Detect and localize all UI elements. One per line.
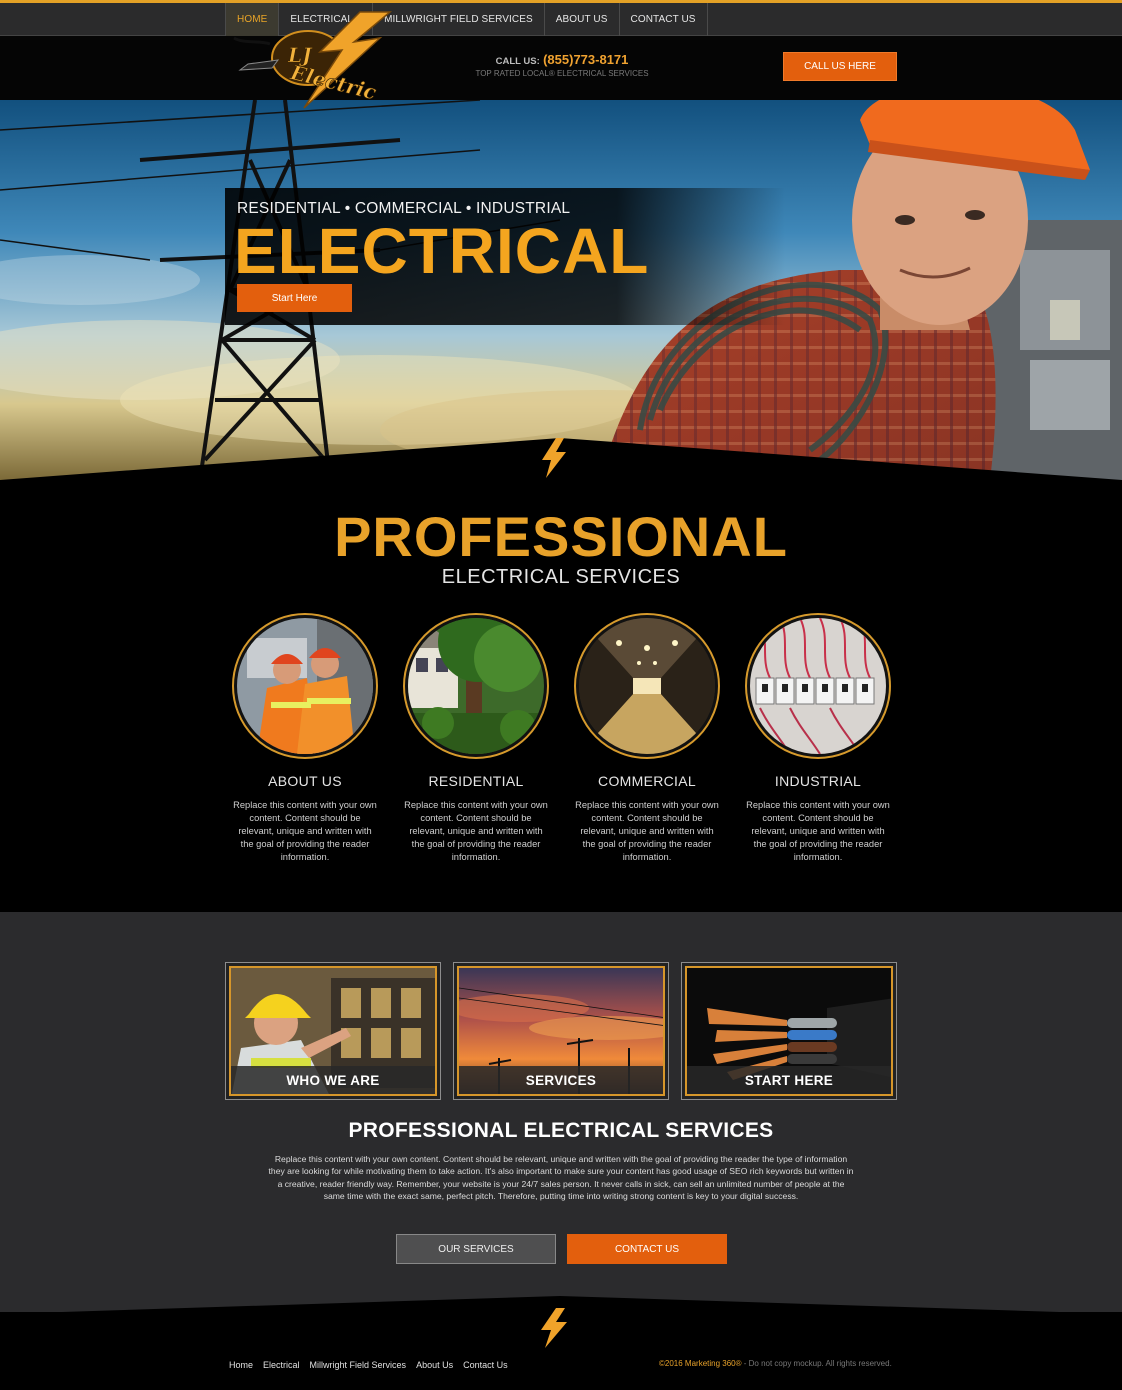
footer-link-about[interactable]: About Us: [416, 1360, 453, 1370]
nav-millwright-label: MILLWRIGHT FIELD SERVICES: [384, 14, 533, 25]
professional-section: PROFESSIONAL ELECTRICAL SERVICES ABOUT U…: [0, 480, 1122, 912]
nav-contact-label: CONTACT US: [630, 14, 696, 25]
card-image: START HERE: [685, 966, 893, 1096]
workers-image: [237, 618, 373, 754]
hero-banner: RESIDENTIAL • COMMERCIAL • INDUSTRIAL EL…: [0, 100, 1122, 480]
card-services[interactable]: SERVICES: [453, 962, 669, 1100]
footer-link-millwright[interactable]: Millwright Field Services: [310, 1360, 407, 1370]
footer-links: Home Electrical Millwright Field Service…: [229, 1360, 508, 1370]
card-label: WHO WE ARE: [231, 1066, 435, 1094]
call-us-button[interactable]: CALL US HERE: [783, 52, 897, 81]
service-text: Replace this content with your own conte…: [575, 800, 719, 862]
call-info: CALL US: (855)773-8171 TOP RATED LOCAL® …: [462, 52, 662, 78]
house-image: [408, 618, 544, 754]
service-industrial[interactable]: INDUSTRIAL Replace this content with you…: [738, 613, 898, 864]
card-image: SERVICES: [457, 966, 665, 1096]
service-image[interactable]: [745, 613, 891, 759]
hero-title: ELECTRICAL: [234, 215, 650, 287]
lightning-bolt-icon: [542, 438, 566, 478]
nav-about[interactable]: ABOUT US: [545, 3, 620, 36]
hero-caption-box: RESIDENTIAL • COMMERCIAL • INDUSTRIAL EL…: [225, 188, 785, 325]
footer-link-electrical[interactable]: Electrical: [263, 1360, 300, 1370]
features-title: PROFESSIONAL ELECTRICAL SERVICES: [348, 1119, 774, 1142]
service-title: ABOUT US: [268, 773, 342, 789]
footer-link-home[interactable]: Home: [229, 1360, 253, 1370]
start-here-button[interactable]: Start Here: [237, 284, 352, 312]
call-label: CALL US:: [495, 56, 540, 67]
service-title: COMMERCIAL: [598, 773, 696, 789]
service-image[interactable]: [574, 613, 720, 759]
service-title: RESIDENTIAL: [428, 773, 524, 789]
card-label: START HERE: [687, 1066, 891, 1094]
lightning-bolt-icon: LJ Electric: [233, 11, 393, 109]
service-image[interactable]: [232, 613, 378, 759]
features-section: WHO WE ARE SERVICES START HERE PROFESSIO…: [0, 912, 1122, 1312]
top-nav: HOME ELECTRICAL MILLWRIGHT FIELD SERVICE…: [0, 0, 1122, 36]
phone-number[interactable]: (855)773-8171: [543, 52, 628, 67]
corridor-image: [579, 618, 715, 754]
copyright-text: - Do not copy mockup. All rights reserve…: [741, 1359, 892, 1368]
service-title: INDUSTRIAL: [774, 773, 862, 789]
contact-us-button[interactable]: CONTACT US: [567, 1234, 727, 1264]
nav-contact[interactable]: CONTACT US: [620, 3, 708, 36]
company-logo[interactable]: LJ Electric: [230, 10, 400, 110]
service-text: Replace this content with your own conte…: [746, 800, 890, 862]
copyright-brand[interactable]: ©2016 Marketing 360®: [659, 1359, 742, 1368]
breaker-panel-image: [750, 618, 886, 754]
lightning-bolt-icon: [541, 1308, 567, 1348]
nav-about-label: ABOUT US: [555, 14, 608, 25]
service-text: Replace this content with your own conte…: [233, 800, 377, 862]
service-about-us[interactable]: ABOUT US Replace this content with your …: [225, 613, 385, 864]
card-start-here[interactable]: START HERE: [681, 962, 897, 1100]
service-commercial[interactable]: COMMERCIAL Replace this content with you…: [567, 613, 727, 864]
card-image: WHO WE ARE: [229, 966, 437, 1096]
copyright: ©2016 Marketing 360® - Do not copy mocku…: [659, 1359, 892, 1368]
header-bar: CALL US: (855)773-8171 TOP RATED LOCAL® …: [0, 36, 1122, 100]
footer-link-contact[interactable]: Contact Us: [463, 1360, 508, 1370]
service-image[interactable]: [403, 613, 549, 759]
header-tagline: TOP RATED LOCAL® ELECTRICAL SERVICES: [475, 69, 649, 78]
card-label: SERVICES: [459, 1066, 663, 1094]
service-residential[interactable]: RESIDENTIAL Replace this content with yo…: [396, 613, 556, 864]
section-subtitle: ELECTRICAL SERVICES: [441, 566, 681, 588]
section-title: PROFESSIONAL: [334, 505, 788, 568]
service-text: Replace this content with your own conte…: [404, 800, 548, 862]
features-text: Replace this content with your own conte…: [268, 1154, 854, 1201]
card-who-we-are[interactable]: WHO WE ARE: [225, 962, 441, 1100]
our-services-button[interactable]: OUR SERVICES: [396, 1234, 556, 1264]
footer: Home Electrical Millwright Field Service…: [0, 1308, 1122, 1390]
